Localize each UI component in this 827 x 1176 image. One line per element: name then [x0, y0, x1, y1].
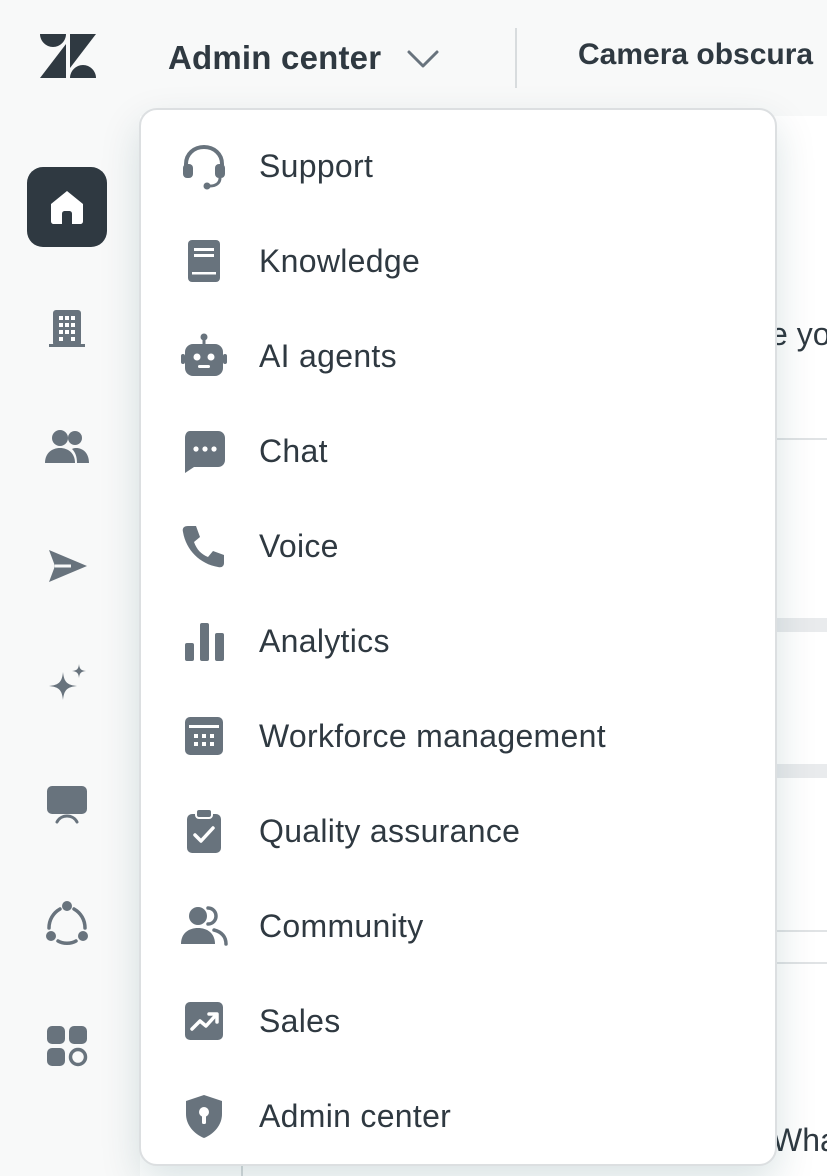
menu-item-label: Voice [259, 527, 339, 564]
chevron-down-icon [405, 40, 441, 76]
card-separator [776, 618, 827, 632]
menu-item-ai-agents[interactable]: AI agents [141, 309, 775, 403]
menu-item-admin-center[interactable]: Admin center [141, 1069, 775, 1163]
zendesk-logo-icon[interactable] [40, 34, 96, 78]
trend-up-icon [179, 996, 229, 1046]
nav-item-account[interactable] [27, 288, 107, 368]
menu-item-label: Quality assurance [259, 812, 521, 849]
card-divider [776, 962, 827, 964]
robot-icon [179, 331, 229, 381]
nav-item-ai[interactable] [27, 644, 107, 724]
menu-item-support[interactable]: Support [141, 119, 775, 213]
top-bar: Admin center Camera obscura [0, 0, 827, 116]
card-divider [776, 438, 827, 440]
headset-icon [179, 141, 229, 191]
sparkle-icon [49, 664, 86, 700]
menu-item-label: Chat [259, 432, 328, 469]
phone-icon [179, 521, 229, 571]
nav-item-apps[interactable] [27, 1006, 107, 1086]
menu-item-knowledge[interactable]: Knowledge [141, 214, 775, 308]
menu-item-voice[interactable]: Voice [141, 499, 775, 593]
main-peek-text: Wha [772, 1122, 827, 1158]
nodes-icon [46, 901, 88, 945]
nav-item-home[interactable] [27, 167, 107, 247]
clipboard-check-icon [179, 806, 229, 856]
nav-item-channels[interactable] [27, 526, 107, 606]
nav-item-objects-rules[interactable] [27, 882, 107, 962]
menu-item-chat[interactable]: Chat [141, 404, 775, 498]
menu-item-label: Workforce management [259, 717, 606, 754]
menu-item-label: AI agents [259, 337, 397, 374]
shield-icon [179, 1091, 229, 1141]
community-icon [179, 901, 229, 951]
menu-item-label: Knowledge [259, 242, 421, 279]
card-separator [776, 764, 827, 778]
nav-item-people[interactable] [27, 407, 107, 487]
menu-item-label: Community [259, 907, 424, 944]
chat-bubble-icon [179, 426, 229, 476]
main-peek-text: e yo [770, 316, 827, 352]
menu-item-label: Analytics [259, 622, 390, 659]
home-icon [51, 191, 83, 224]
bar-chart-icon [179, 616, 229, 666]
menu-item-label: Admin center [259, 1097, 452, 1134]
menu-item-community[interactable]: Community [141, 879, 775, 973]
calendar-icon [179, 711, 229, 761]
product-switcher-menu: Support Knowledge AI agents Chat Voice A… [139, 108, 777, 1166]
account-name[interactable]: Camera obscura [578, 38, 813, 72]
send-icon [49, 550, 87, 582]
menu-item-label: Support [259, 147, 374, 184]
menu-item-quality-assurance[interactable]: Quality assurance [141, 784, 775, 878]
menu-item-workforce-management[interactable]: Workforce management [141, 689, 775, 783]
card-divider [776, 930, 827, 932]
header-divider [515, 28, 517, 88]
people-icon [45, 430, 89, 463]
apps-icon [47, 1026, 88, 1067]
side-nav [0, 116, 138, 1176]
building-icon [49, 310, 85, 347]
product-switcher[interactable]: Admin center [168, 36, 441, 80]
menu-item-sales[interactable]: Sales [141, 974, 775, 1068]
menu-item-analytics[interactable]: Analytics [141, 594, 775, 688]
nav-item-workspaces[interactable] [27, 764, 107, 844]
monitor-icon [47, 786, 87, 824]
menu-item-label: Sales [259, 1002, 341, 1039]
product-title: Admin center [168, 39, 382, 76]
book-icon [179, 236, 229, 286]
